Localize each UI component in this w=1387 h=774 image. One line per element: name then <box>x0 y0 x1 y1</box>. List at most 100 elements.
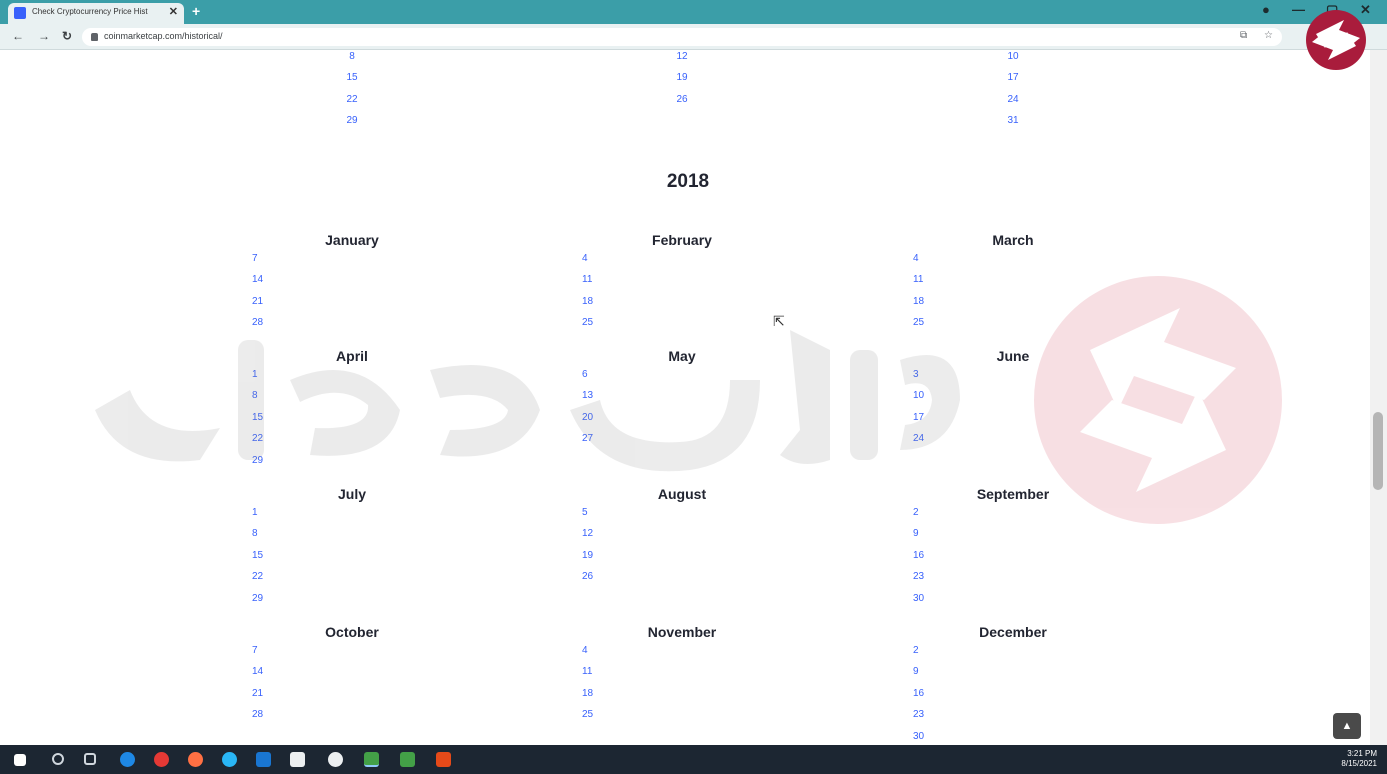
tab-close-icon[interactable]: ✕ <box>169 5 178 18</box>
url-text[interactable]: coinmarketcap.com/historical/ <box>104 31 223 41</box>
profile-icon[interactable]: ● <box>1262 2 1270 17</box>
date-link[interactable]: 2 <box>913 502 1113 523</box>
date-link[interactable]: 5 <box>582 502 782 523</box>
date-link[interactable]: 24 <box>913 89 1113 110</box>
date-link[interactable]: 11 <box>582 269 782 290</box>
month-title: December <box>979 624 1047 640</box>
date-link[interactable]: 14 <box>252 661 452 682</box>
month-title: February <box>652 232 712 248</box>
date-link[interactable]: 24 <box>913 428 1113 449</box>
coinmarketcap-favicon-icon <box>14 7 26 19</box>
date-link[interactable]: 30 <box>913 588 1113 609</box>
task-view-icon[interactable] <box>84 753 96 765</box>
clock[interactable]: 3:21 PM 8/15/2021 <box>1341 749 1377 769</box>
date-link[interactable]: 30 <box>913 726 1113 745</box>
date-link[interactable]: 17 <box>913 407 1113 428</box>
windows-start-icon[interactable] <box>14 754 26 766</box>
browser-tab[interactable]: Check Cryptocurrency Price Hist ✕ <box>8 3 184 24</box>
month-september: September 2 9 16 23 30 <box>913 486 1113 609</box>
date-link[interactable]: 17 <box>913 67 1113 88</box>
month-february: February 4 11 18 25 <box>582 232 782 334</box>
date-link[interactable]: 15 <box>252 67 452 88</box>
app-icon[interactable] <box>328 752 343 767</box>
date-link[interactable]: 10 <box>913 385 1113 406</box>
date-link[interactable]: 1 <box>252 364 452 385</box>
edge-icon[interactable] <box>120 752 135 767</box>
date-link[interactable]: 26 <box>582 89 782 110</box>
share-icon[interactable]: ⧉ <box>1240 30 1247 41</box>
date-link[interactable]: 7 <box>252 640 452 661</box>
chrome-icon[interactable] <box>154 752 169 767</box>
firefox-icon[interactable] <box>188 752 203 767</box>
date-link[interactable]: 29 <box>252 110 452 131</box>
store-icon[interactable] <box>290 752 305 767</box>
date-link[interactable]: 21 <box>252 683 452 704</box>
date-link[interactable]: 2 <box>913 640 1113 661</box>
address-bar[interactable]: coinmarketcap.com/historical/ <box>82 28 1282 46</box>
date-link[interactable]: 6 <box>582 364 782 385</box>
date-link[interactable]: 7 <box>252 248 452 269</box>
date-link[interactable]: 19 <box>582 545 782 566</box>
date-link[interactable]: 29 <box>252 588 452 609</box>
date-link[interactable]: 8 <box>252 385 452 406</box>
date-link[interactable]: 13 <box>582 385 782 406</box>
month-title: March <box>992 232 1034 248</box>
date-link[interactable]: 18 <box>913 291 1113 312</box>
date-link[interactable]: 20 <box>582 407 782 428</box>
date-link[interactable]: 19 <box>582 67 782 88</box>
back-to-top-button[interactable]: ▲ <box>1333 713 1361 739</box>
date-link[interactable]: 28 <box>252 312 452 333</box>
month-title: October <box>325 624 379 640</box>
date-link[interactable]: 16 <box>913 683 1113 704</box>
new-tab-button[interactable]: + <box>192 3 200 19</box>
word-icon[interactable] <box>256 752 271 767</box>
browser-tab-bar: Check Cryptocurrency Price Hist ✕ + ● — … <box>0 0 1387 24</box>
date-link[interactable]: 9 <box>913 661 1113 682</box>
date-link[interactable]: 18 <box>582 683 782 704</box>
forward-arrow-icon[interactable]: → <box>38 29 50 43</box>
date-link[interactable]: 25 <box>582 704 782 725</box>
date-link[interactable]: 22 <box>252 566 452 587</box>
date-link[interactable]: 10 <box>913 50 1113 67</box>
date-link[interactable]: 4 <box>913 248 1113 269</box>
date-link[interactable]: 12 <box>582 523 782 544</box>
date-link[interactable]: 31 <box>913 110 1113 131</box>
green-app-icon[interactable] <box>400 752 415 767</box>
date-link[interactable]: 11 <box>913 269 1113 290</box>
date-link[interactable]: 4 <box>582 640 782 661</box>
date-link[interactable]: 1 <box>252 502 452 523</box>
date-link[interactable]: 11 <box>582 661 782 682</box>
date-link[interactable]: 22 <box>252 428 452 449</box>
date-link[interactable]: 28 <box>252 704 452 725</box>
date-link[interactable]: 27 <box>582 428 782 449</box>
scrollbar-thumb[interactable] <box>1373 412 1383 490</box>
recorder-icon[interactable] <box>436 752 451 767</box>
date-link[interactable]: 29 <box>252 450 452 471</box>
date-link[interactable]: 22 <box>252 89 452 110</box>
date-link[interactable]: 25 <box>913 312 1113 333</box>
page-scrollbar[interactable] <box>1370 50 1387 745</box>
date-link[interactable]: 18 <box>582 291 782 312</box>
date-link[interactable]: 8 <box>252 50 452 67</box>
date-link[interactable]: 25 <box>582 312 782 333</box>
date-link[interactable]: 15 <box>252 407 452 428</box>
date-link[interactable]: 21 <box>252 291 452 312</box>
date-link[interactable]: 16 <box>913 545 1113 566</box>
date-link[interactable]: 15 <box>252 545 452 566</box>
camtasia-icon[interactable] <box>364 752 379 767</box>
date-link[interactable]: 14 <box>252 269 452 290</box>
date-link[interactable]: 23 <box>913 566 1113 587</box>
date-link[interactable]: 8 <box>252 523 452 544</box>
telegram-icon[interactable] <box>222 752 237 767</box>
month-title: July <box>337 486 366 502</box>
search-icon[interactable] <box>52 753 64 765</box>
date-link[interactable]: 3 <box>913 364 1113 385</box>
back-arrow-icon[interactable]: ← <box>12 29 24 43</box>
date-link[interactable]: 9 <box>913 523 1113 544</box>
date-link[interactable]: 12 <box>582 50 782 67</box>
date-link[interactable]: 23 <box>913 704 1113 725</box>
date-link[interactable]: 4 <box>582 248 782 269</box>
bookmark-star-icon[interactable]: ☆ <box>1264 30 1273 41</box>
date-link[interactable]: 26 <box>582 566 782 587</box>
reload-icon[interactable]: ↻ <box>62 29 72 43</box>
